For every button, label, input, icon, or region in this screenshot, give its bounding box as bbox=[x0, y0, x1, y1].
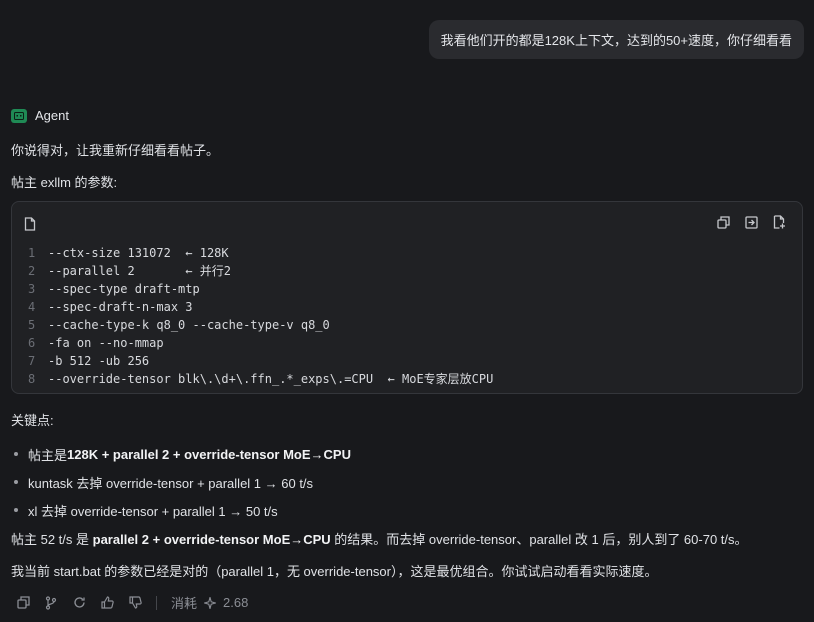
code-text: -b 512 -ub 256 bbox=[48, 354, 150, 368]
code-line: 7 -b 512 -ub 256 bbox=[28, 352, 493, 370]
key-points-heading: 关键点: bbox=[11, 413, 54, 428]
list-item: 帖主是 128K + parallel 2 + override-tensor … bbox=[11, 440, 351, 468]
conclusion-pre: 帖主 52 t/s 是 bbox=[11, 532, 93, 547]
bullet-dot bbox=[14, 480, 18, 484]
list-item: xl 去掉 override-tensor + parallel 1 → 50 … bbox=[11, 496, 351, 524]
apply-file-icon[interactable] bbox=[772, 214, 786, 230]
thumbs-up-icon[interactable] bbox=[100, 595, 114, 611]
list-item-bold: 128K + parallel 2 + override-tensor MoE→… bbox=[67, 446, 351, 462]
consumption-info: 消耗 2.68 bbox=[171, 593, 248, 612]
line-number: 6 bbox=[28, 336, 36, 350]
line-number: 8 bbox=[28, 372, 36, 386]
list-item: kuntask 去掉 override-tensor + parallel 1 … bbox=[11, 468, 351, 496]
list-item-text: xl 去掉 override-tensor + parallel 1 → 50 … bbox=[28, 503, 278, 519]
agent-avatar-icon bbox=[11, 108, 27, 123]
code-text: --parallel 2 ← 并行2 bbox=[48, 264, 231, 278]
code-text: --spec-draft-n-max 3 bbox=[48, 300, 193, 314]
code-block: 1 --ctx-size 131072 ← 128K 2 --parallel 2 ←… bbox=[11, 201, 803, 394]
branch-icon[interactable] bbox=[44, 595, 58, 611]
params-heading: 帖主 exllm 的参数: bbox=[11, 175, 118, 190]
bullet-dot bbox=[14, 452, 18, 456]
list-item-text: 帖主是 bbox=[28, 447, 68, 463]
code-line: 1 --ctx-size 131072 ← 128K bbox=[28, 244, 493, 262]
line-number: 5 bbox=[28, 318, 36, 332]
user-message-text: 我看他们开的都是128K上下文，达到的50+速度，你仔细看看 bbox=[440, 33, 792, 48]
message-footer: 消耗 2.68 bbox=[16, 593, 248, 612]
sparkle-icon bbox=[203, 595, 217, 611]
code-line: 6 -fa on --no-mmap bbox=[28, 334, 493, 352]
code-text: --cache-type-k q8_0 --cache-type-v q8_0 bbox=[48, 318, 330, 332]
code-text: --override-tensor blk\.\d+\.ffn_.*_exps\… bbox=[48, 372, 494, 386]
code-line: 3 --spec-type draft-mtp bbox=[28, 280, 493, 298]
advice-text: 我当前 start.bat 的参数已经是对的（parallel 1，无 over… bbox=[11, 564, 658, 579]
key-points-list: 帖主是 128K + parallel 2 + override-tensor … bbox=[11, 440, 351, 524]
retry-icon[interactable] bbox=[72, 595, 86, 611]
conclusion-post: 的结果。而去掉 override-tensor、parallel 改 1 后，别… bbox=[330, 532, 748, 547]
code-line: 2 --parallel 2 ← 并行2 bbox=[28, 262, 493, 280]
user-message-bubble: 我看他们开的都是128K上下文，达到的50+速度，你仔细看看 bbox=[428, 20, 804, 59]
consume-value: 2.68 bbox=[223, 595, 249, 610]
line-number: 7 bbox=[28, 354, 36, 368]
line-number: 4 bbox=[28, 300, 36, 314]
insert-code-icon[interactable] bbox=[744, 214, 758, 230]
code-text: --spec-type draft-mtp bbox=[48, 282, 200, 296]
code-lines: 1 --ctx-size 131072 ← 128K 2 --parallel 2 ←… bbox=[28, 244, 493, 388]
agent-header: Agent bbox=[11, 108, 69, 123]
agent-name: Agent bbox=[35, 108, 69, 123]
thumbs-down-icon[interactable] bbox=[128, 595, 142, 611]
intro-text: 你说得对，让我重新仔细看看帖子。 bbox=[11, 143, 220, 158]
code-text: --ctx-size 131072 ← 128K bbox=[48, 246, 229, 260]
bullet-dot bbox=[14, 508, 18, 512]
line-number: 2 bbox=[28, 264, 36, 278]
copy-code-icon[interactable] bbox=[716, 214, 730, 230]
footer-divider bbox=[156, 595, 157, 610]
line-number: 3 bbox=[28, 282, 36, 296]
code-line: 5 --cache-type-k q8_0 --cache-type-v q8_0 bbox=[28, 316, 493, 334]
code-line: 8 --override-tensor blk\.\d+\.ffn_.*_exps… bbox=[28, 370, 493, 388]
code-text: -fa on --no-mmap bbox=[48, 336, 164, 350]
conclusion-text: 帖主 52 t/s 是 parallel 2 + override-tensor… bbox=[11, 529, 748, 548]
copy-icon[interactable] bbox=[16, 595, 30, 611]
consume-label: 消耗 bbox=[171, 596, 198, 611]
list-item-text: kuntask 去掉 override-tensor + parallel 1 … bbox=[28, 475, 314, 491]
code-line: 4 --spec-draft-n-max 3 bbox=[28, 298, 493, 316]
conclusion-bold: parallel 2 + override-tensor MoE→CPU bbox=[92, 532, 331, 547]
line-number: 1 bbox=[28, 246, 36, 260]
file-icon bbox=[23, 216, 37, 232]
